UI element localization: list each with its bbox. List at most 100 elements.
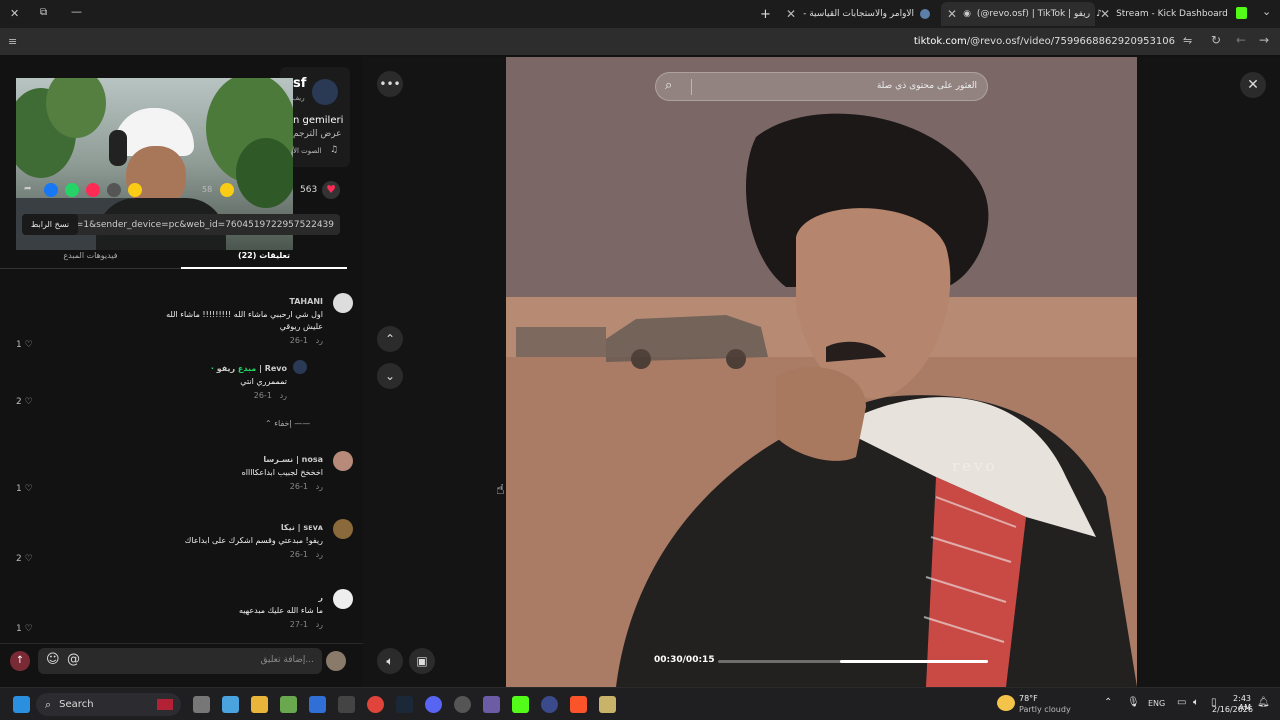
menu-icon[interactable]: ≡ xyxy=(8,35,17,48)
windows-start-icon[interactable] xyxy=(13,696,30,713)
close-video-button[interactable]: ✕ xyxy=(1240,72,1266,98)
tiktok-share-icon[interactable] xyxy=(86,183,100,197)
avatar[interactable] xyxy=(333,451,353,471)
avatar[interactable] xyxy=(333,519,353,539)
share-arrow-icon[interactable]: ➦ xyxy=(24,184,32,194)
mention-icon[interactable]: @ xyxy=(67,652,80,667)
reply-link[interactable]: رد xyxy=(316,482,323,491)
tab-kick-dashboard[interactable]: ✕ Stream - Kick Dashboard xyxy=(1100,2,1240,26)
site-settings-icon[interactable]: ⇋ xyxy=(1183,34,1192,47)
close-tab-icon[interactable]: ✕ xyxy=(1100,7,1110,21)
steam-icon[interactable] xyxy=(396,696,413,713)
kick-icon[interactable] xyxy=(512,696,529,713)
facebook-icon[interactable] xyxy=(44,183,58,197)
weather-icon[interactable] xyxy=(997,695,1015,711)
clock-date[interactable]: 2/16/2026 xyxy=(1212,705,1253,714)
discord-icon[interactable] xyxy=(425,696,442,713)
comment-text: ما شاء الله عليك مبدعهيه xyxy=(238,606,323,615)
reply-link[interactable]: رد xyxy=(316,620,323,629)
back-icon[interactable]: → xyxy=(1259,33,1269,47)
address-bar[interactable]: ≡ tiktok.com/@revo.osf/video/75996688629… xyxy=(0,28,1280,56)
avatar[interactable] xyxy=(333,589,353,609)
comment-author[interactable]: ر xyxy=(27,593,347,602)
network-icon[interactable]: ▭ xyxy=(1177,697,1186,708)
volume-icon[interactable]: 🔈︎ xyxy=(377,648,403,674)
see-translation-link[interactable]: عرض الترجم xyxy=(293,129,342,139)
new-tab-button[interactable]: + xyxy=(760,2,771,26)
comment-placeholder: إضافة تعليق... xyxy=(260,655,314,665)
microphone-icon[interactable]: 🎙︎ xyxy=(1127,697,1140,708)
mail-icon[interactable] xyxy=(309,696,326,713)
notes-icon[interactable] xyxy=(599,696,616,713)
reply-link[interactable]: رد xyxy=(316,550,323,559)
emoji-icon[interactable]: ☺ xyxy=(46,652,60,667)
task-view-icon[interactable] xyxy=(193,696,210,713)
comment-author[interactable]: TAHANI xyxy=(27,297,347,306)
tab-tiktok[interactable]: ✕ ◉ (@revo.osf) | TikTok | ريفو ♪ xyxy=(941,2,1102,26)
url-text[interactable]: tiktok.com/@revo.osf/video/7599668862920… xyxy=(914,36,1175,47)
pip-icon[interactable]: ▣ xyxy=(409,648,435,674)
comment-author[interactable]: نيكا | ꜱᴇᴠᴀ xyxy=(27,523,347,532)
video-link-text[interactable]: p=1&sender_device=pc&web_id=760451972295… xyxy=(78,220,340,230)
hide-replies-button[interactable]: ⌃ إخفاء —— xyxy=(265,419,310,428)
creator-avatar[interactable] xyxy=(312,79,338,105)
heart-icon[interactable]: ♥ xyxy=(322,181,340,199)
comment-like[interactable]: 1 ♡ xyxy=(16,484,33,494)
tray-chevron-icon[interactable]: ⌃ xyxy=(1104,697,1112,708)
minimize-icon[interactable]: — xyxy=(71,5,82,18)
game-icon[interactable] xyxy=(483,696,500,713)
search-icon[interactable]: ⌕ xyxy=(665,78,672,93)
video-player[interactable]: revo 00:30/00:15 xyxy=(506,57,1137,687)
weather-temp[interactable]: 78°F xyxy=(1019,694,1038,703)
comment-item: · مبدع ريفو | Revo تمممرري انتي رد 1-26 xyxy=(27,360,347,400)
more-options-icon[interactable]: ••• xyxy=(377,71,403,97)
copy-link-button[interactable]: نسخ الرابط xyxy=(22,214,78,235)
original-sound[interactable]: الصوت الأ xyxy=(293,147,322,155)
user-avatar[interactable] xyxy=(326,651,346,671)
restore-icon[interactable]: ⧉ xyxy=(40,7,47,18)
video-progress-bar[interactable] xyxy=(718,660,988,663)
embed-icon[interactable] xyxy=(107,183,121,197)
avatar[interactable] xyxy=(333,293,353,313)
reload-icon[interactable]: ↻ xyxy=(1211,33,1221,47)
previous-video-button[interactable]: ⌃ xyxy=(377,326,403,352)
favorite-icon[interactable] xyxy=(220,183,234,197)
brave-icon[interactable] xyxy=(570,696,587,713)
settings-icon[interactable] xyxy=(338,696,355,713)
language-indicator[interactable]: ENG xyxy=(1148,699,1165,708)
creator-name[interactable]: sf xyxy=(293,76,306,91)
store-icon[interactable] xyxy=(280,696,297,713)
whatsapp-icon[interactable] xyxy=(65,183,79,197)
weather-desc[interactable]: Partly cloudy xyxy=(1019,705,1071,714)
tab-comments[interactable]: تعليقات (22) xyxy=(181,247,347,269)
close-tab-icon[interactable]: ✕ xyxy=(947,7,957,21)
related-search-input[interactable]: ⌕ العثور على محتوى ذي صلة xyxy=(655,72,988,101)
emoji-share-icon[interactable] xyxy=(128,183,142,197)
copilot-icon[interactable] xyxy=(222,696,239,713)
avatar[interactable] xyxy=(293,360,307,374)
comment-like[interactable]: 2 ♡ xyxy=(16,554,33,564)
comment-like[interactable]: 2 ♡ xyxy=(16,397,33,407)
comment-like[interactable]: 1 ♡ xyxy=(16,340,33,350)
comment-like[interactable]: 1 ♡ xyxy=(16,624,33,634)
obs-icon[interactable] xyxy=(454,696,471,713)
reply-link[interactable]: رد xyxy=(280,391,287,400)
taskbar-search[interactable]: ⌕ Search xyxy=(36,693,181,716)
speaker-icon[interactable]: 🔈︎ xyxy=(1193,697,1199,708)
divider xyxy=(691,79,692,95)
file-explorer-icon[interactable] xyxy=(251,696,268,713)
close-tab-icon[interactable]: ✕ xyxy=(786,7,796,21)
comment-input[interactable]: ☺ @ إضافة تعليق... xyxy=(38,648,322,674)
forward-icon[interactable]: ← xyxy=(1236,33,1246,47)
close-window-icon[interactable]: ✕ xyxy=(10,7,19,20)
tab-search-icon[interactable]: ⌄ xyxy=(1262,5,1271,18)
tab-standard-commands[interactable]: ✕ الأوامر والاستجابات القياسية - بنظا xyxy=(786,2,938,26)
app-icon[interactable] xyxy=(541,696,558,713)
tab-creator-videos[interactable]: فيديوهات المبدع xyxy=(0,247,181,269)
next-video-button[interactable]: ⌄ xyxy=(377,363,403,389)
comment-author[interactable]: نسـرسا | nosa xyxy=(27,455,347,464)
notification-bell-icon[interactable]: 🔔︎ xyxy=(1257,697,1270,708)
post-comment-button[interactable]: ↑ xyxy=(10,651,30,671)
reply-link[interactable]: رد xyxy=(316,336,323,345)
chrome-icon[interactable] xyxy=(367,696,384,713)
